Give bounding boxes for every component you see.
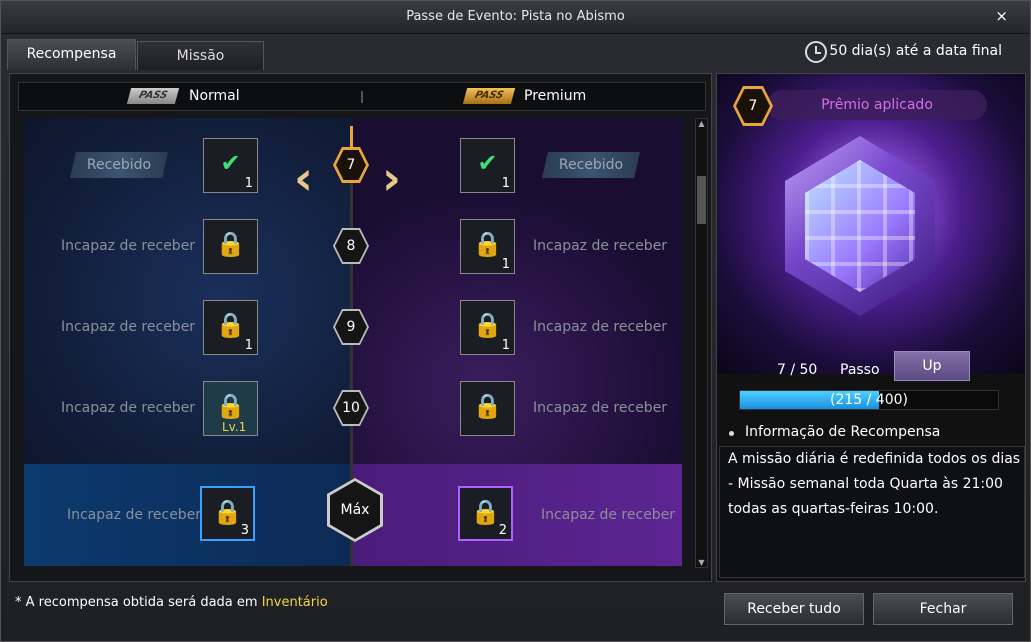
- tab-recompensa[interactable]: Recompensa: [7, 39, 136, 70]
- premium-pass-badge: PASS: [462, 88, 516, 104]
- window-title: Passe de Evento: Pista no Abismo: [406, 9, 625, 24]
- days-remaining: 50 dia(s) até a data final: [829, 43, 1002, 59]
- locked-item-icon: 🔒: [472, 230, 503, 258]
- header-divider: [361, 91, 363, 103]
- title-bar: Passe de Evento: Pista no Abismo ×: [1, 1, 1030, 34]
- reward-row: Incapaz de receber 🔒 8 🔒 1 Incapaz de re…: [24, 215, 682, 277]
- reward-info-box: A missão diária é redefinida todos os di…: [719, 446, 1025, 578]
- event-pass-window: Passe de Evento: Pista no Abismo × Recom…: [0, 0, 1031, 642]
- normal-status: Incapaz de receber: [60, 319, 196, 335]
- locked-item-icon: 🔒: [470, 498, 501, 526]
- prev-arrow-icon[interactable]: ‹: [294, 155, 313, 201]
- close-icon[interactable]: ×: [995, 7, 1008, 25]
- item-count: 3: [240, 523, 249, 538]
- pass-label: Passo: [840, 362, 880, 378]
- item-count: 1: [501, 176, 510, 191]
- level-number: 7: [336, 150, 366, 180]
- premium-status: Incapaz de receber: [532, 319, 668, 335]
- item-count: 2: [498, 523, 507, 538]
- premium-status: Recebido: [542, 152, 640, 178]
- clock-icon: [805, 41, 827, 63]
- locked-item-icon: 🔒: [215, 311, 246, 339]
- premium-reward-slot[interactable]: 🔒: [460, 381, 515, 436]
- receive-all-button[interactable]: Receber tudo: [724, 593, 864, 625]
- xp-progress-label: (215 / 400): [830, 392, 908, 408]
- level-number: 8: [335, 230, 367, 262]
- check-icon: ✔: [477, 149, 498, 177]
- item-count: 1: [501, 257, 510, 272]
- premium-status: Incapaz de receber: [532, 238, 668, 254]
- item-count: 1: [244, 338, 253, 353]
- pass-info-panel: Prêmio aplicado 7 7 / 50 Passo Up (215 /…: [716, 73, 1026, 582]
- max-label: Máx: [330, 481, 380, 539]
- scroll-down-icon[interactable]: ▼: [696, 558, 707, 567]
- info-line: A missão diária é redefinida todos os di…: [728, 451, 1025, 467]
- locked-item-icon: 🔒: [472, 392, 503, 420]
- track-header: PASS Normal PASS Premium: [18, 82, 706, 111]
- max-premium-reward-slot[interactable]: 🔒 2: [458, 486, 513, 541]
- reward-track-panel: PASS Normal PASS Premium Recebido ✔ 1 ‹ …: [9, 73, 712, 582]
- pass-progress-count: 7 / 50: [777, 362, 818, 378]
- normal-reward-slot[interactable]: 🔒 Lv.1: [203, 381, 258, 436]
- item-count: 1: [501, 338, 510, 353]
- normal-pass-badge: PASS: [126, 88, 180, 104]
- normal-reward-slot[interactable]: ✔ 1: [203, 138, 258, 193]
- scroll-up-icon[interactable]: ▲: [696, 119, 707, 128]
- item-level-label: Lv.1: [222, 420, 247, 434]
- normal-reward-slot[interactable]: 🔒: [203, 219, 258, 274]
- normal-status: Incapaz de receber: [60, 400, 196, 416]
- level-hex: 10: [333, 390, 369, 426]
- current-level-hex: 7: [333, 147, 369, 183]
- level-number: 9: [335, 311, 367, 343]
- reward-info-title: Informação de Recompensa: [745, 424, 941, 440]
- close-button[interactable]: Fechar: [873, 593, 1013, 625]
- inventory-link[interactable]: Inventário: [262, 595, 328, 610]
- premium-label: Premium: [524, 88, 587, 104]
- reward-row: Incapaz de receber 🔒 1 9 🔒 1 Incapaz de …: [24, 296, 682, 358]
- applied-reward-label: Prêmio aplicado: [767, 90, 987, 120]
- normal-status: Incapaz de receber: [60, 238, 196, 254]
- premium-status: Incapaz de receber: [532, 400, 668, 416]
- premium-reward-slot[interactable]: 🔒 1: [460, 219, 515, 274]
- locked-item-icon: 🔒: [472, 311, 503, 339]
- premium-reward-slot[interactable]: 🔒 1: [460, 300, 515, 355]
- check-icon: ✔: [220, 149, 241, 177]
- tab-missao[interactable]: Missão: [137, 41, 264, 70]
- reward-row: Recebido ✔ 1 ‹ 7 › ✔ 1 Recebido: [24, 134, 682, 201]
- max-normal-status: Incapaz de receber: [66, 507, 202, 523]
- footer-note: * A recompensa obtida será dada em Inven…: [15, 595, 328, 610]
- xp-progress-bar: (215 / 400): [739, 390, 999, 410]
- scroll-thumb[interactable]: [697, 176, 706, 224]
- normal-reward-slot[interactable]: 🔒 1: [203, 300, 258, 355]
- normal-status: Recebido: [70, 152, 168, 178]
- footer-text: * A recompensa obtida será dada em: [15, 595, 262, 610]
- level-number: 10: [335, 392, 367, 424]
- normal-label: Normal: [189, 88, 240, 104]
- next-arrow-icon[interactable]: ›: [382, 155, 401, 201]
- info-line: - Missão semanal toda Quarta às 21:00: [728, 476, 1003, 492]
- info-line: todas as quartas-feiras 10:00.: [728, 501, 939, 517]
- level-hex: 9: [333, 309, 369, 345]
- locked-item-icon: 🔒: [215, 392, 246, 420]
- item-count: 1: [244, 176, 253, 191]
- max-premium-status: Incapaz de receber: [540, 507, 676, 523]
- max-normal-reward-slot[interactable]: 🔒 3: [200, 486, 255, 541]
- locked-item-icon: 🔒: [212, 498, 243, 526]
- reward-row: Incapaz de receber 🔒 Lv.1 10 🔒 Incapaz d…: [24, 377, 682, 439]
- track-scrollbar[interactable]: ▲ ▼: [695, 118, 708, 568]
- premium-reward-slot[interactable]: ✔ 1: [460, 138, 515, 193]
- level-hex: 8: [333, 228, 369, 264]
- locked-item-icon: 🔒: [215, 230, 246, 258]
- bullet-icon: [729, 431, 734, 436]
- reward-track[interactable]: Recebido ✔ 1 ‹ 7 › ✔ 1 Recebido Incapaz …: [24, 118, 682, 566]
- level-up-button[interactable]: Up: [894, 351, 970, 381]
- pass-level: 7: [736, 89, 770, 123]
